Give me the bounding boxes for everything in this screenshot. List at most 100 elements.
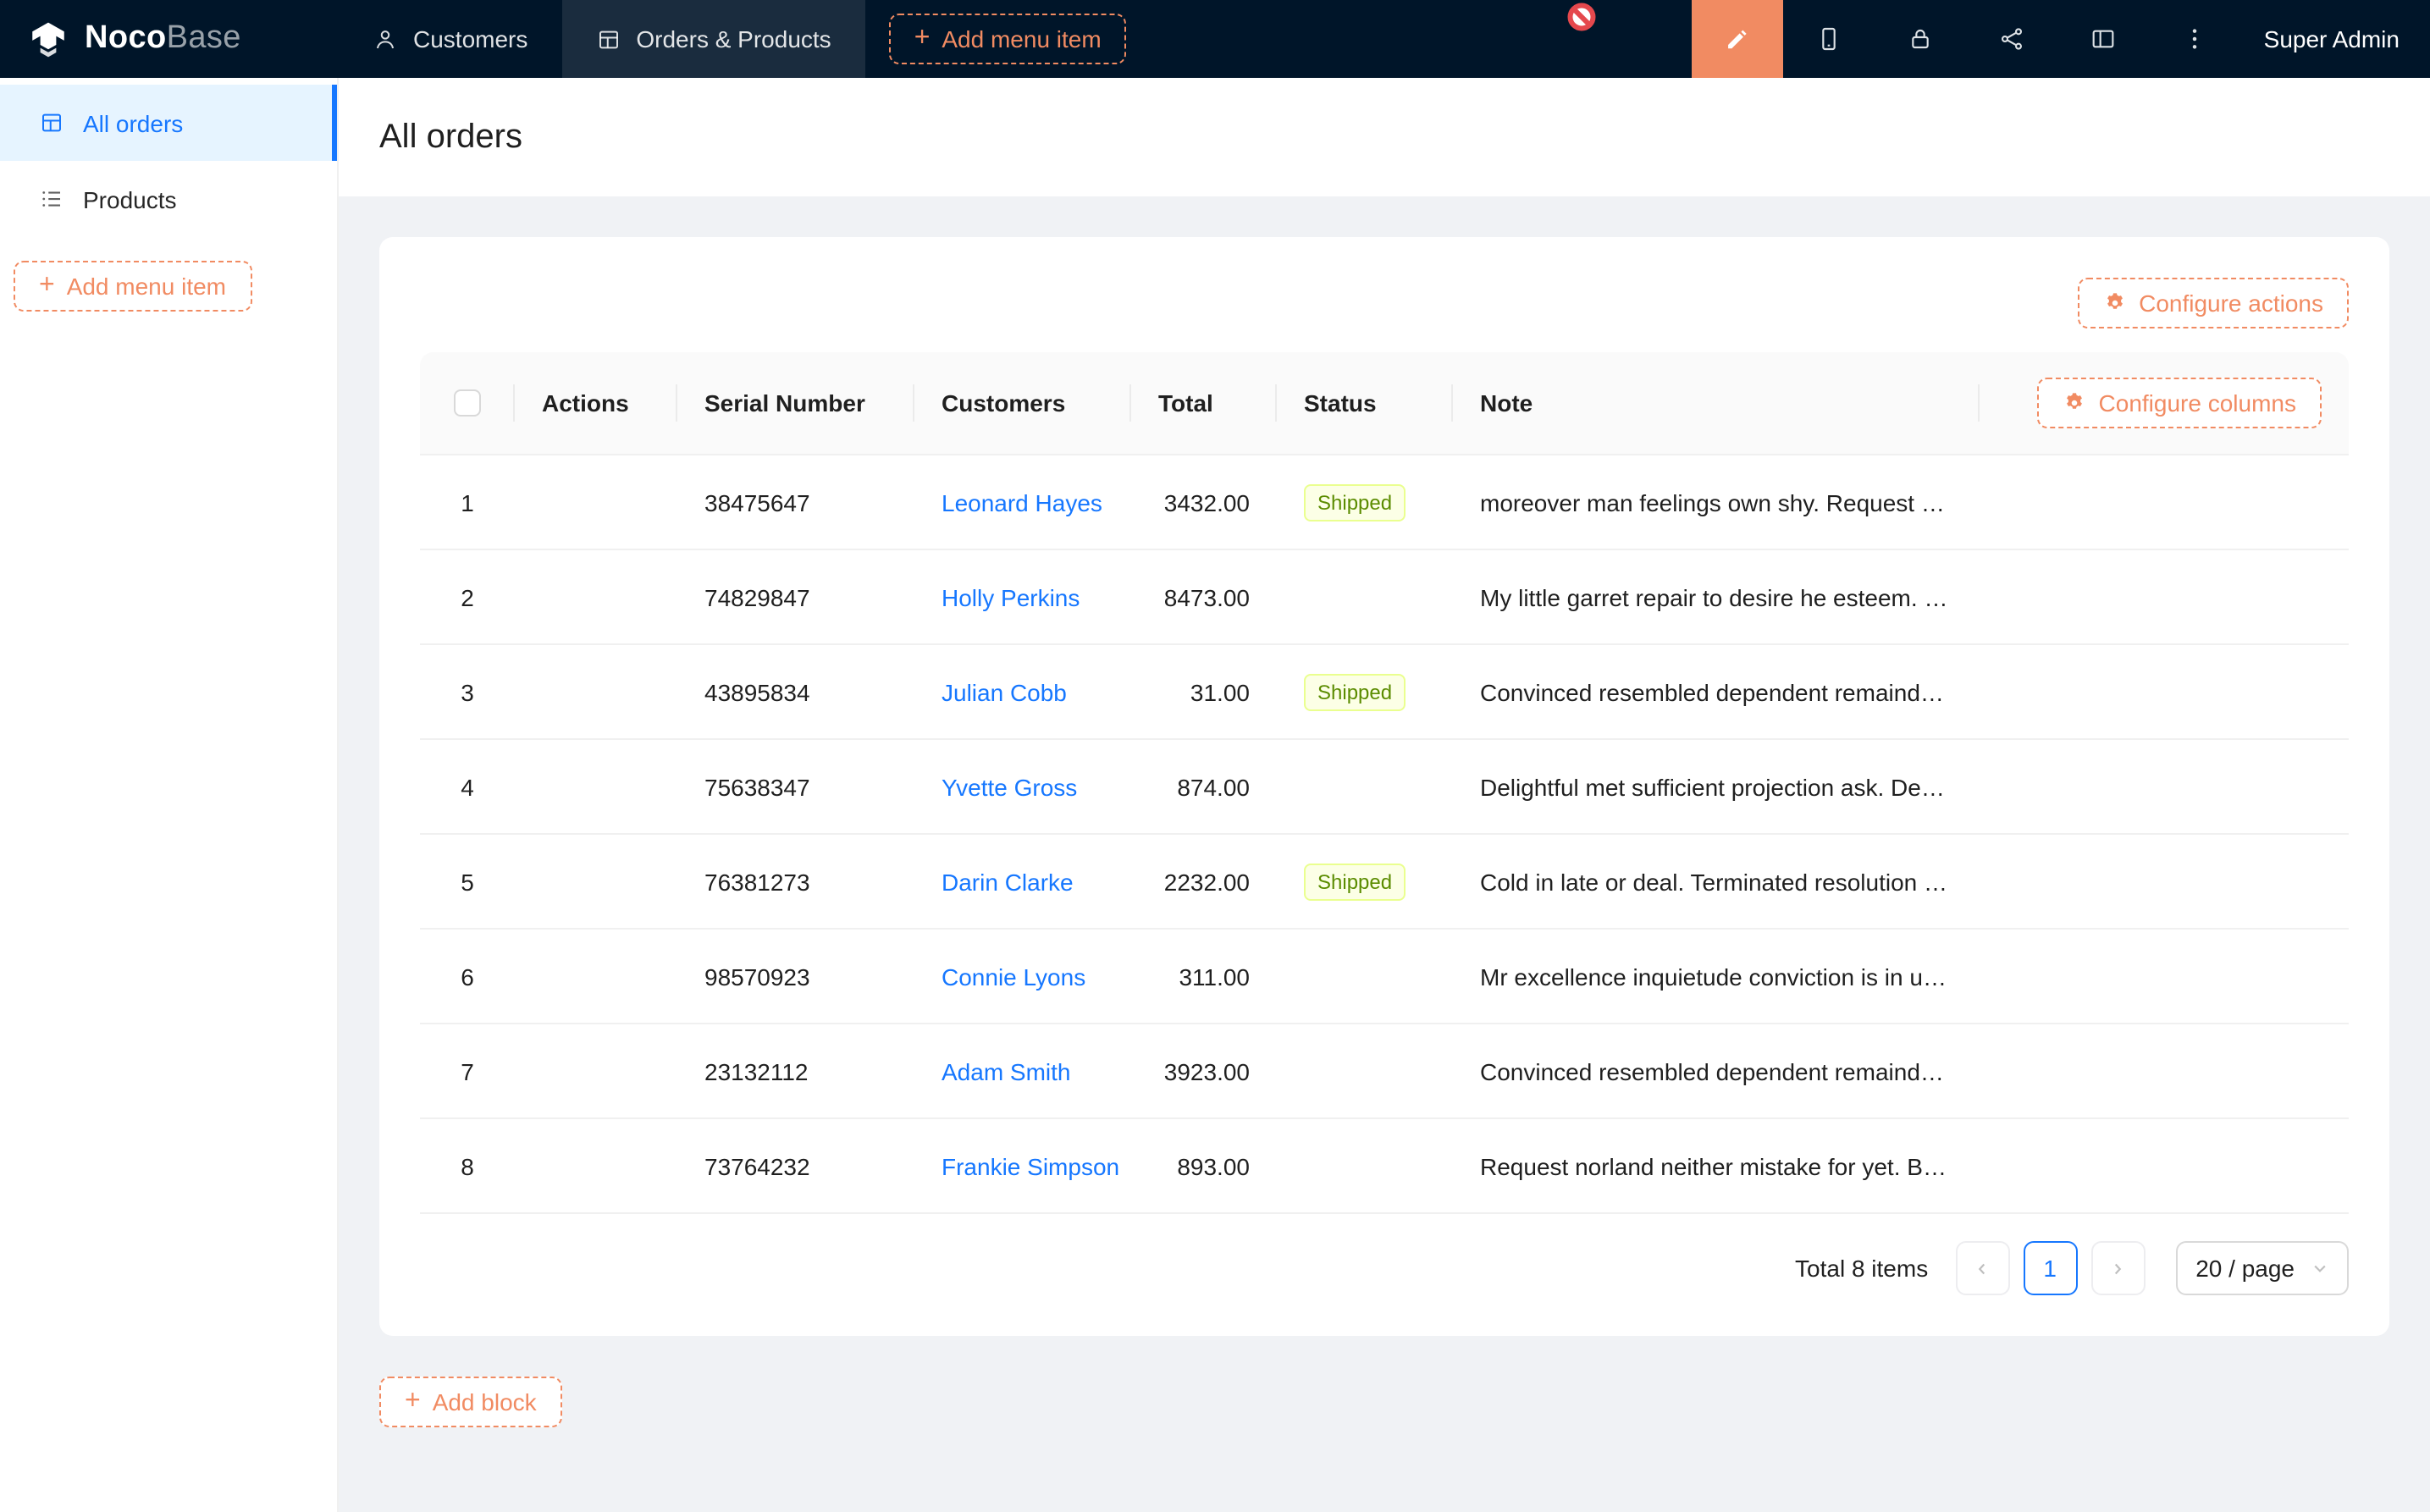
top-nav: Customers Orders & Products + Add menu i… (339, 0, 1127, 78)
table-row: 8 73764232 Frankie Simpson 893.00 Reques… (420, 1119, 2349, 1214)
column-header-status: Status (1277, 352, 1453, 454)
select-all-checkbox[interactable] (454, 389, 481, 417)
next-page-button[interactable] (2090, 1241, 2145, 1295)
customers-icon (373, 26, 398, 52)
note-text: Mr excellence inquietude conviction is i… (1480, 963, 1952, 990)
row-index[interactable]: 5 (420, 835, 515, 928)
page-1-button[interactable]: 1 (2023, 1241, 2077, 1295)
customer-link[interactable]: Leonard Hayes (942, 488, 1102, 516)
sidebar-item-products[interactable]: Products (0, 161, 337, 237)
trailing-cell (1980, 740, 2349, 833)
logo-text: NocoBase (85, 20, 241, 58)
total-cell: 311.00 (1131, 930, 1277, 1023)
configure-columns-button[interactable]: Configure columns (2038, 378, 2322, 428)
sidebar-item-label: All orders (83, 109, 183, 136)
nocobase-logo-icon (27, 18, 69, 60)
ui-editor-button[interactable] (1692, 0, 1783, 78)
customer-link[interactable]: Adam Smith (942, 1057, 1071, 1084)
chevron-right-icon (2108, 1259, 2127, 1277)
row-index[interactable]: 8 (420, 1119, 515, 1212)
table-block: Configure actions Actions Serial Number … (379, 237, 2389, 1336)
customer-cell: Leonard Hayes (914, 455, 1131, 549)
table-row: 7 23132112 Adam Smith 3923.00 Convinced … (420, 1024, 2349, 1119)
serial-cell: 73764232 (677, 1119, 914, 1212)
status-cell: Shipped (1277, 645, 1453, 738)
nav-label: Customers (413, 25, 527, 52)
total-cell: 8473.00 (1131, 550, 1277, 643)
sidebar-item-all-orders[interactable]: All orders (0, 85, 337, 161)
column-header-customers: Customers (914, 352, 1131, 454)
sidebar-add-menu-item-button[interactable]: + Add menu item (14, 261, 251, 312)
nav-item-orders-products[interactable]: Orders & Products (561, 0, 864, 78)
row-index[interactable]: 4 (420, 740, 515, 833)
total-cell: 31.00 (1131, 645, 1277, 738)
button-label: Configure columns (2099, 389, 2296, 417)
nocobase-logo[interactable]: NocoBase (0, 0, 339, 78)
row-index[interactable]: 7 (420, 1024, 515, 1117)
table-toolbar: Configure actions (420, 278, 2349, 328)
status-tag: Shipped (1304, 863, 1406, 900)
prev-page-button[interactable] (1955, 1241, 2009, 1295)
serial-cell: 74829847 (677, 550, 914, 643)
note-text: Cold in late or deal. Terminated resolut… (1480, 868, 1952, 895)
user-menu[interactable]: Super Admin (2240, 0, 2430, 78)
table-row: 4 75638347 Yvette Gross 874.00 Delightfu… (420, 740, 2349, 835)
row-index[interactable]: 3 (420, 645, 515, 738)
not-allowed-cursor-icon (1566, 2, 1597, 32)
note-text: Request norland neither mistake for yet.… (1480, 1152, 1952, 1179)
customer-link[interactable]: Darin Clarke (942, 868, 1074, 895)
trailing-cell (1980, 835, 2349, 928)
chevron-left-icon (1973, 1259, 1991, 1277)
serial-cell: 38475647 (677, 455, 914, 549)
status-cell (1277, 1024, 1453, 1117)
actions-cell (515, 930, 677, 1023)
trailing-cell (1980, 1119, 2349, 1212)
nav-item-customers[interactable]: Customers (339, 0, 561, 78)
customer-cell: Yvette Gross (914, 740, 1131, 833)
column-header-serial: Serial Number (677, 352, 914, 454)
api-share-button[interactable] (1966, 0, 2057, 78)
configure-actions-button[interactable]: Configure actions (2078, 278, 2349, 328)
status-cell (1277, 1119, 1453, 1212)
note-cell: Cold in late or deal. Terminated resolut… (1453, 835, 1980, 928)
customer-link[interactable]: Yvette Gross (942, 773, 1077, 800)
customer-link[interactable]: Holly Perkins (942, 583, 1080, 610)
customer-cell: Adam Smith (914, 1024, 1131, 1117)
page-size-select[interactable]: 20 / page (2175, 1241, 2349, 1295)
mobile-preview-button[interactable] (1783, 0, 1875, 78)
column-header-total: Total (1131, 352, 1277, 454)
customer-link[interactable]: Connie Lyons (942, 963, 1085, 990)
customer-link[interactable]: Frankie Simpson (942, 1152, 1119, 1179)
trailing-cell (1980, 550, 2349, 643)
layout-button[interactable] (2057, 0, 2149, 78)
button-label: Configure actions (2139, 290, 2323, 317)
note-cell: Convinced resembled dependent remainder … (1453, 645, 1980, 738)
row-index[interactable]: 1 (420, 455, 515, 549)
nav-label: Orders & Products (636, 25, 831, 52)
table-row: 1 38475647 Leonard Hayes 3432.00 Shipped… (420, 455, 2349, 550)
note-cell: Request norland neither mistake for yet.… (1453, 1119, 1980, 1212)
row-index[interactable]: 2 (420, 550, 515, 643)
header-add-menu-item-button[interactable]: + Add menu item (889, 14, 1127, 64)
note-cell: My little garret repair to desire he est… (1453, 550, 1980, 643)
sidebar: All orders Products + Add menu item (0, 78, 339, 1512)
status-cell (1277, 930, 1453, 1023)
actions-cell (515, 455, 677, 549)
add-block-button[interactable]: + Add block (379, 1377, 562, 1427)
layout-icon (2090, 25, 2117, 52)
table-row: 5 76381273 Darin Clarke 2232.00 Shipped … (420, 835, 2349, 930)
more-vertical-icon (2181, 25, 2208, 52)
table-row: 3 43895834 Julian Cobb 31.00 Shipped Con… (420, 645, 2349, 740)
customer-cell: Darin Clarke (914, 835, 1131, 928)
lock-button[interactable] (1875, 0, 1966, 78)
note-text: Delightful met sufficient projection ask… (1480, 773, 1952, 800)
customer-link[interactable]: Julian Cobb (942, 678, 1067, 705)
gear-icon (2103, 291, 2127, 315)
note-cell: moreover man feelings own shy. Request n… (1453, 455, 1980, 549)
sidebar-item-label: Products (83, 185, 177, 212)
orders-table-icon (595, 26, 621, 52)
page-header: All orders (339, 78, 2430, 196)
more-button[interactable] (2149, 0, 2240, 78)
trailing-cell (1980, 930, 2349, 1023)
row-index[interactable]: 6 (420, 930, 515, 1023)
